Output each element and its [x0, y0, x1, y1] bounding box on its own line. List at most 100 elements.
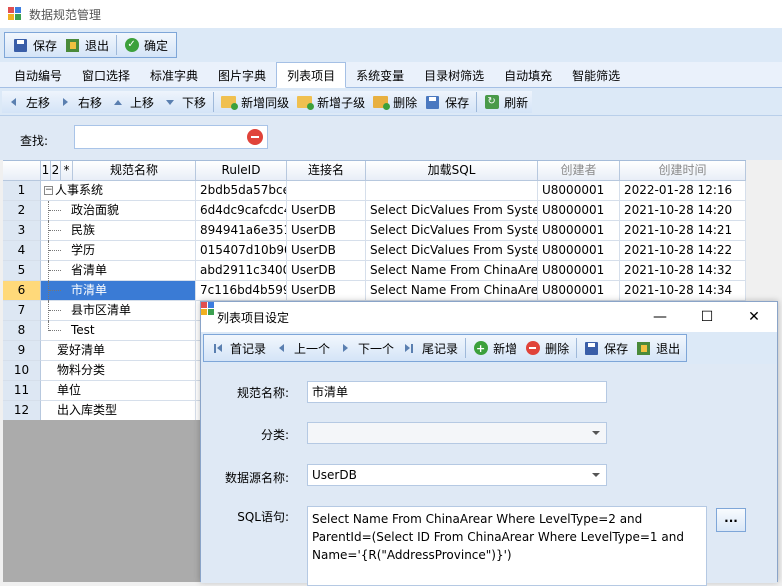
- name-cell[interactable]: 县市区清单: [41, 301, 196, 321]
- table-row[interactable]: 2 政治面貌 6d4dc9cafcdc4 UserDB Select DicValues…: [3, 201, 746, 221]
- minimize-icon[interactable]: —: [637, 302, 683, 332]
- sql-more-button[interactable]: ...: [716, 508, 746, 532]
- creator-cell[interactable]: U8000001: [538, 241, 620, 261]
- name-field[interactable]: 市清单: [307, 381, 607, 403]
- row-number[interactable]: 9: [3, 341, 41, 361]
- level-1-header[interactable]: 1: [41, 161, 51, 181]
- name-column-header[interactable]: 规范名称: [73, 161, 196, 181]
- created-cell[interactable]: 2021-10-28 14:20: [620, 201, 746, 221]
- level-2-header[interactable]: 2: [51, 161, 61, 181]
- table-row[interactable]: 6 市清单 7c116bd4b599 UserDB Select Name From C…: [3, 281, 746, 301]
- sql-cell[interactable]: Select DicValues From Syste: [366, 221, 538, 241]
- name-cell[interactable]: 市清单: [41, 281, 196, 301]
- name-cell[interactable]: 单位: [41, 381, 196, 401]
- sql-cell[interactable]: Select DicValues From Syste: [366, 241, 538, 261]
- tab-smart-filter[interactable]: 智能筛选: [562, 63, 630, 87]
- row-number[interactable]: 12: [3, 401, 41, 421]
- conn-cell[interactable]: [287, 181, 366, 201]
- first-record-button[interactable]: 首记录: [206, 337, 270, 359]
- conn-column-header[interactable]: 连接名: [287, 161, 366, 181]
- name-cell[interactable]: 出入库类型: [41, 401, 196, 421]
- delete-button[interactable]: 删除: [369, 91, 421, 113]
- prev-record-button[interactable]: 上一个: [270, 337, 334, 359]
- dialog-exit-button[interactable]: 退出: [632, 337, 684, 359]
- tab-auto-number[interactable]: 自动编号: [4, 63, 72, 87]
- ruleid-cell[interactable]: 2bdb5da57bce: [196, 181, 287, 201]
- name-cell[interactable]: 学历: [41, 241, 196, 261]
- save-button[interactable]: 保存: [9, 34, 61, 56]
- move-left-button[interactable]: 左移: [2, 91, 54, 113]
- creator-cell[interactable]: U8000001: [538, 181, 620, 201]
- table-row[interactable]: 5 省清单 abd2911c3400 UserDB Select Name From C…: [3, 261, 746, 281]
- row-number[interactable]: 8: [3, 321, 41, 341]
- close-icon[interactable]: ✕: [731, 302, 777, 332]
- row-number[interactable]: 4: [3, 241, 41, 261]
- sql-cell[interactable]: Select DicValues From Syste: [366, 201, 538, 221]
- sql-textarea[interactable]: Select Name From ChinaArear Where LevelT…: [307, 506, 707, 586]
- creator-cell[interactable]: U8000001: [538, 261, 620, 281]
- move-up-button[interactable]: 上移: [106, 91, 158, 113]
- sql-cell[interactable]: Select Name From ChinaAre: [366, 281, 538, 301]
- row-number[interactable]: 5: [3, 261, 41, 281]
- next-record-button[interactable]: 下一个: [334, 337, 398, 359]
- category-select[interactable]: [307, 422, 607, 444]
- add-child-button[interactable]: 新增子级: [293, 91, 369, 113]
- name-cell[interactable]: 物料分类: [41, 361, 196, 381]
- row-number[interactable]: 10: [3, 361, 41, 381]
- conn-cell[interactable]: UserDB: [287, 201, 366, 221]
- sql-cell[interactable]: [366, 181, 538, 201]
- ruleid-cell[interactable]: 7c116bd4b599: [196, 281, 287, 301]
- conn-cell[interactable]: UserDB: [287, 261, 366, 281]
- row-number[interactable]: 2: [3, 201, 41, 221]
- row-number[interactable]: 3: [3, 221, 41, 241]
- confirm-button[interactable]: ✓ 确定: [120, 34, 172, 56]
- level-star-header[interactable]: *: [61, 161, 73, 181]
- move-down-button[interactable]: 下移: [158, 91, 210, 113]
- add-record-button[interactable]: + 新增: [469, 337, 521, 359]
- ruleid-cell[interactable]: 015407d10b90: [196, 241, 287, 261]
- tab-tree-filter[interactable]: 目录树筛选: [414, 63, 494, 87]
- search-input[interactable]: [74, 125, 268, 149]
- name-cell[interactable]: 省清单: [41, 261, 196, 281]
- name-cell[interactable]: 人事系统: [41, 181, 196, 201]
- conn-cell[interactable]: UserDB: [287, 241, 366, 261]
- sql-cell[interactable]: Select Name From ChinaAre: [366, 261, 538, 281]
- tab-image-dict[interactable]: 图片字典: [208, 63, 276, 87]
- row-number[interactable]: 6: [3, 281, 41, 301]
- clear-icon[interactable]: [247, 129, 263, 145]
- name-cell[interactable]: 民族: [41, 221, 196, 241]
- datasource-select[interactable]: UserDB: [307, 464, 607, 486]
- conn-cell[interactable]: UserDB: [287, 221, 366, 241]
- tab-list-items[interactable]: 列表项目: [276, 62, 347, 88]
- table-row[interactable]: 4 学历 015407d10b90 UserDB Select DicValues Fr…: [3, 241, 746, 261]
- list-save-button[interactable]: 保存: [421, 91, 473, 113]
- name-cell[interactable]: Test: [41, 321, 196, 341]
- row-number[interactable]: 11: [3, 381, 41, 401]
- tab-window-select[interactable]: 窗口选择: [72, 63, 140, 87]
- delete-record-button[interactable]: 删除: [521, 337, 573, 359]
- maximize-icon[interactable]: ☐: [684, 302, 730, 332]
- sql-column-header[interactable]: 加载SQL: [366, 161, 538, 181]
- creator-cell[interactable]: U8000001: [538, 201, 620, 221]
- creator-cell[interactable]: U8000001: [538, 281, 620, 301]
- creator-column-header[interactable]: 创建者: [538, 161, 620, 181]
- tab-auto-fill[interactable]: 自动填充: [494, 63, 562, 87]
- conn-cell[interactable]: UserDB: [287, 281, 366, 301]
- ruleid-cell[interactable]: 6d4dc9cafcdc4: [196, 201, 287, 221]
- table-row[interactable]: 1 人事系统 2bdb5da57bce U8000001 2022-01-28 12:1…: [3, 181, 746, 201]
- created-cell[interactable]: 2021-10-28 14:32: [620, 261, 746, 281]
- ruleid-column-header[interactable]: RuleID: [196, 161, 287, 181]
- row-number[interactable]: 7: [3, 301, 41, 321]
- tab-standard-dict[interactable]: 标准字典: [140, 63, 208, 87]
- add-sibling-button[interactable]: 新增同级: [217, 91, 293, 113]
- created-cell[interactable]: 2021-10-28 14:21: [620, 221, 746, 241]
- collapse-icon[interactable]: −: [44, 186, 53, 195]
- refresh-button[interactable]: ↻ 刷新: [480, 91, 532, 113]
- ruleid-cell[interactable]: abd2911c3400: [196, 261, 287, 281]
- name-cell[interactable]: 政治面貌: [41, 201, 196, 221]
- creator-cell[interactable]: U8000001: [538, 221, 620, 241]
- tab-system-vars[interactable]: 系统变量: [346, 63, 414, 87]
- last-record-button[interactable]: 尾记录: [398, 337, 462, 359]
- dialog-save-button[interactable]: 保存: [580, 337, 632, 359]
- move-right-button[interactable]: 右移: [54, 91, 106, 113]
